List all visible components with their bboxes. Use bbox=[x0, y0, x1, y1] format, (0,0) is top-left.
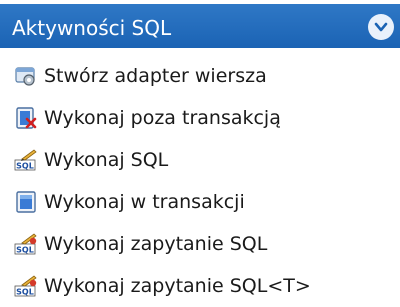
collapse-button[interactable] bbox=[368, 14, 394, 40]
activity-item-label: Wykonaj zapytanie SQL bbox=[44, 233, 268, 255]
sql-query-generic-icon: SQL bbox=[14, 275, 37, 297]
activity-item-label: Stwórz adapter wiersza bbox=[44, 65, 267, 87]
sql-query-icon: SQL bbox=[14, 233, 37, 255]
activity-item-create-row-adapter[interactable]: Stwórz adapter wiersza bbox=[0, 55, 400, 97]
execute-outside-transaction-icon bbox=[16, 107, 37, 129]
category-title: Aktywności SQL bbox=[12, 16, 172, 40]
transaction-icon bbox=[16, 191, 36, 213]
svg-text:SQL: SQL bbox=[16, 162, 34, 171]
activity-item-execute-in-transaction[interactable]: Wykonaj w transakcji bbox=[0, 181, 400, 223]
activity-item-execute-outside-transaction[interactable]: Wykonaj poza transakcją bbox=[0, 97, 400, 139]
svg-text:SQL: SQL bbox=[16, 288, 34, 297]
chevron-down-icon bbox=[374, 22, 388, 32]
svg-text:SQL: SQL bbox=[16, 246, 34, 255]
activity-item-label: Wykonaj SQL bbox=[44, 149, 169, 171]
activity-item-execute-sql-query[interactable]: SQL Wykonaj zapytanie SQL bbox=[0, 223, 400, 265]
category-header[interactable]: Aktywności SQL bbox=[0, 0, 400, 48]
row-adapter-icon bbox=[15, 67, 35, 86]
activity-item-execute-sql[interactable]: SQL Wykonaj SQL bbox=[0, 139, 400, 181]
activity-item-label: Wykonaj w transakcji bbox=[44, 191, 245, 213]
sql-icon: SQL bbox=[14, 149, 37, 171]
activity-list: Stwórz adapter wiersza Wykonaj poza tran… bbox=[0, 55, 400, 307]
activity-item-label: Wykonaj poza transakcją bbox=[44, 107, 281, 129]
activity-item-label: Wykonaj zapytanie SQL<T> bbox=[44, 275, 311, 297]
sql-activities-panel: Aktywności SQL Stwórz adapter wiersza Wy… bbox=[0, 0, 400, 304]
activity-item-execute-sql-query-generic[interactable]: SQL Wykonaj zapytanie SQL<T> bbox=[0, 265, 400, 307]
